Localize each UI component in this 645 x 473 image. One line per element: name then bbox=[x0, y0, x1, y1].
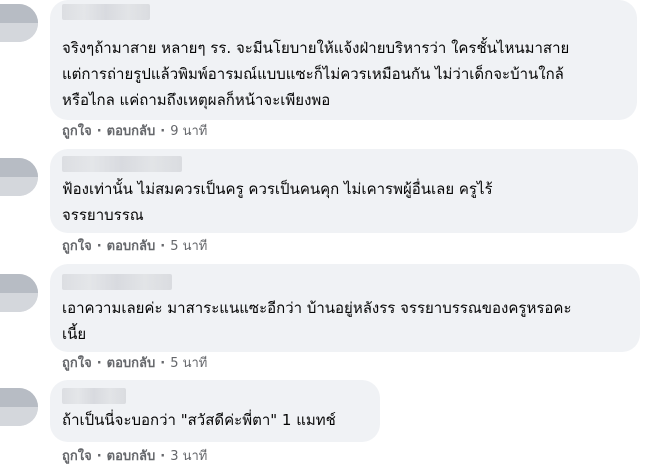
timestamp[interactable]: 3 นาที bbox=[170, 449, 207, 465]
separator: · bbox=[160, 449, 166, 464]
comment-text-line: ถ้าเป็นนี่จะบอกว่า "สวัสดีค่ะพี่ตา" 1 แม… bbox=[62, 411, 336, 429]
comment-bubble: จริงๆถ้ามาสาย หลายๆ รร. จะมีนโยบายให้แจ้… bbox=[50, 0, 637, 120]
comment-text-line: เอาความเลยค่ะ มาสาระแนแซะอีกว่า บ้านอยู่… bbox=[62, 299, 572, 317]
comment-text-line: ฟ้องเท่านั้น ไม่สมควรเป็นครู ควรเป็นคนคุ… bbox=[62, 180, 493, 198]
comment-actions: ถูกใจ · ตอบกลับ · 5 นาที bbox=[62, 239, 207, 255]
comment-text-line: เนี้ย bbox=[62, 325, 87, 343]
separator: · bbox=[96, 239, 102, 254]
avatar[interactable] bbox=[0, 158, 38, 196]
like-button[interactable]: ถูกใจ bbox=[62, 239, 92, 255]
separator: · bbox=[160, 239, 166, 254]
avatar[interactable] bbox=[0, 388, 38, 426]
comment-actions: ถูกใจ · ตอบกลับ · 9 นาที bbox=[62, 124, 207, 140]
timestamp[interactable]: 5 นาที bbox=[170, 356, 207, 372]
separator: · bbox=[96, 449, 102, 464]
reply-button[interactable]: ตอบกลับ bbox=[107, 356, 156, 372]
commenter-name-blurred[interactable] bbox=[62, 274, 172, 290]
commenter-name-blurred[interactable] bbox=[62, 4, 150, 20]
timestamp[interactable]: 9 นาที bbox=[170, 124, 207, 140]
comment-actions: ถูกใจ · ตอบกลับ · 3 นาที bbox=[62, 449, 207, 465]
like-button[interactable]: ถูกใจ bbox=[62, 449, 92, 465]
reply-button[interactable]: ตอบกลับ bbox=[107, 124, 156, 140]
separator: · bbox=[160, 124, 166, 139]
comment-bubble: ฟ้องเท่านั้น ไม่สมควรเป็นครู ควรเป็นคนคุ… bbox=[50, 149, 638, 233]
comment-text-line: จริงๆถ้ามาสาย หลายๆ รร. จะมีนโยบายให้แจ้… bbox=[62, 39, 570, 57]
commenter-name-blurred[interactable] bbox=[62, 388, 126, 404]
separator: · bbox=[96, 356, 102, 371]
like-button[interactable]: ถูกใจ bbox=[62, 356, 92, 372]
comment-bubble: ถ้าเป็นนี่จะบอกว่า "สวัสดีค่ะพี่ตา" 1 แม… bbox=[50, 380, 380, 442]
avatar[interactable] bbox=[0, 274, 38, 312]
timestamp[interactable]: 5 นาที bbox=[170, 239, 207, 255]
comment-bubble: เอาความเลยค่ะ มาสาระแนแซะอีกว่า บ้านอยู่… bbox=[50, 264, 640, 352]
reply-button[interactable]: ตอบกลับ bbox=[107, 239, 156, 255]
like-button[interactable]: ถูกใจ bbox=[62, 124, 92, 140]
reply-button[interactable]: ตอบกลับ bbox=[107, 449, 156, 465]
comment-actions: ถูกใจ · ตอบกลับ · 5 นาที bbox=[62, 356, 207, 372]
avatar[interactable] bbox=[0, 4, 38, 42]
commenter-name-blurred[interactable] bbox=[62, 156, 182, 172]
comment-text-line: แต่การถ่ายรูปแล้วพิมพ์อารมณ์แบบแซะก็ไม่ค… bbox=[62, 65, 564, 83]
separator: · bbox=[96, 124, 102, 139]
comment-text-line: จรรยาบรรณ bbox=[62, 206, 144, 224]
separator: · bbox=[160, 356, 166, 371]
comment-text-line: หรือไกล แค่ถามถึงเหตุผลก็หน้าจะเพียงพอ bbox=[62, 91, 331, 109]
